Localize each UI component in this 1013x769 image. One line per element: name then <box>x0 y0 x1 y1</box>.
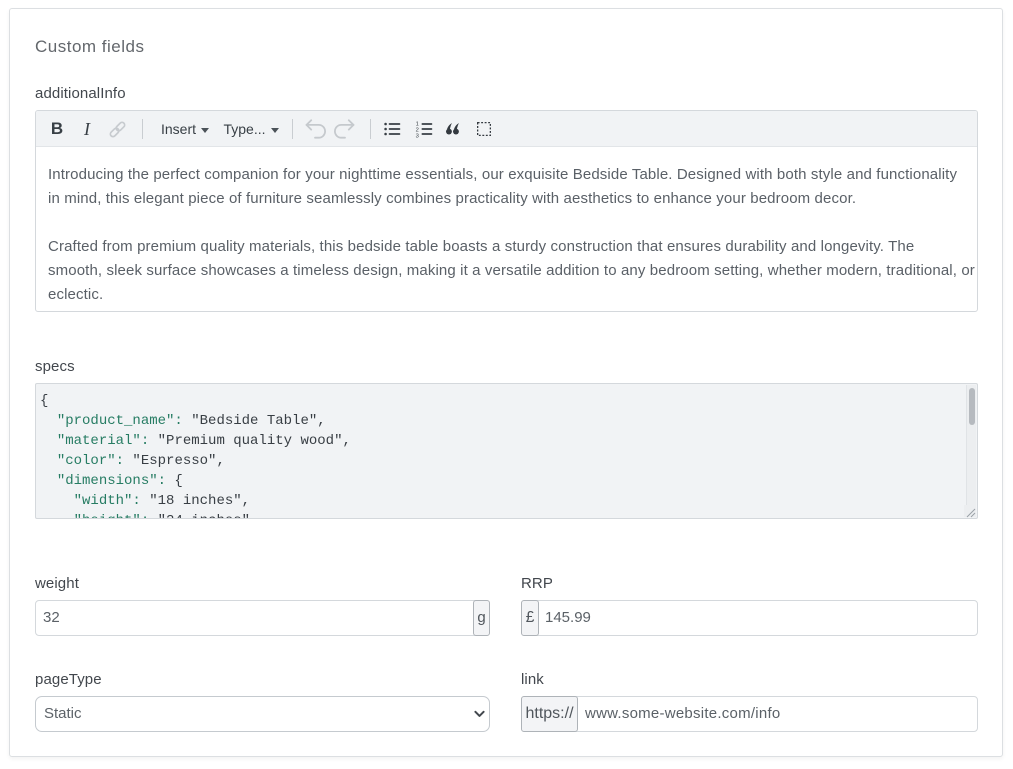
svg-text:3: 3 <box>416 133 419 139</box>
